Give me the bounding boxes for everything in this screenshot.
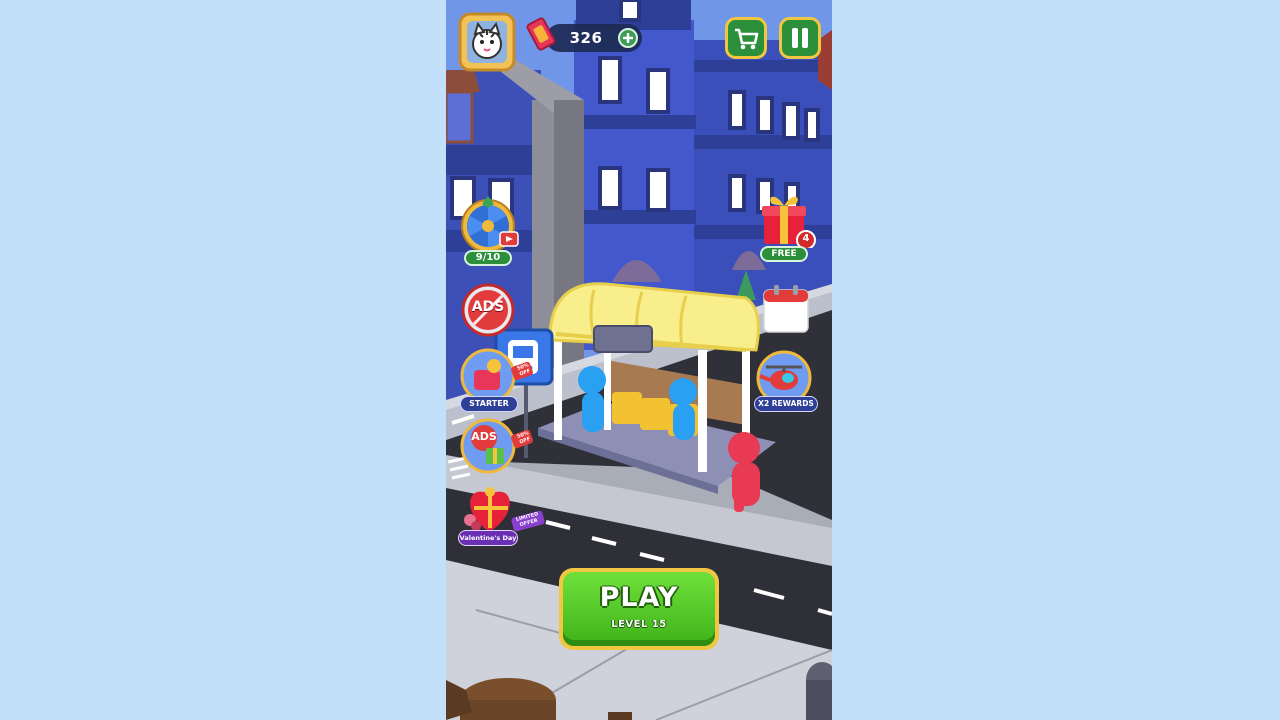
play-label: PLAY: [599, 582, 679, 613]
play-button[interactable]: PLAY LEVEL 15: [559, 568, 719, 650]
x2-rewards-button[interactable]: X2 REWARDS: [752, 350, 824, 414]
level-label: LEVEL 15: [611, 619, 667, 630]
starter-pack-button[interactable]: 50% OFF STARTER: [458, 348, 538, 412]
avatar-button[interactable]: [458, 12, 516, 72]
remove-ads-button[interactable]: ADS: [460, 282, 516, 338]
x2-rewards-label: X2 REWARDS: [754, 396, 818, 412]
ads-bundle-icon: [460, 418, 533, 474]
game-viewport: 326 9/10 ADS 50% OFF STARTER ADS 50% OFF…: [446, 0, 832, 720]
plus-icon: [618, 28, 638, 48]
tiger-avatar-icon: [458, 12, 516, 72]
pause-icon: [779, 17, 821, 59]
spin-wheel-progress: 9/10: [464, 250, 512, 266]
ads-bundle-button[interactable]: ADS 50% OFF: [458, 416, 538, 478]
calendar-icon: [763, 285, 809, 333]
spin-wheel-button[interactable]: 9/10: [458, 194, 522, 266]
ticket-icon: [524, 14, 558, 54]
free-gift-label: FREE: [760, 246, 808, 262]
shopping-cart-icon: [725, 17, 767, 59]
add-tickets-button[interactable]: [617, 27, 639, 49]
shop-button[interactable]: [725, 17, 767, 59]
free-gift-count-badge: 4: [802, 233, 810, 244]
daily-calendar-button[interactable]: [762, 284, 810, 334]
spin-wheel-icon: [461, 196, 519, 253]
play-button-face: PLAY LEVEL 15: [563, 572, 715, 646]
pause-button[interactable]: [779, 17, 821, 59]
ads-bundle-label: ADS: [471, 430, 497, 443]
no-ads-label: ADS: [471, 299, 505, 315]
free-gift-button[interactable]: 4 FREE: [754, 188, 822, 264]
starter-label: STARTER: [460, 396, 518, 412]
valentines-label: Valentine's Day: [458, 530, 518, 546]
valentines-offer-button[interactable]: LIMITED OFFER Valentine's Day: [454, 480, 546, 548]
ticket-count: 326: [569, 29, 603, 47]
